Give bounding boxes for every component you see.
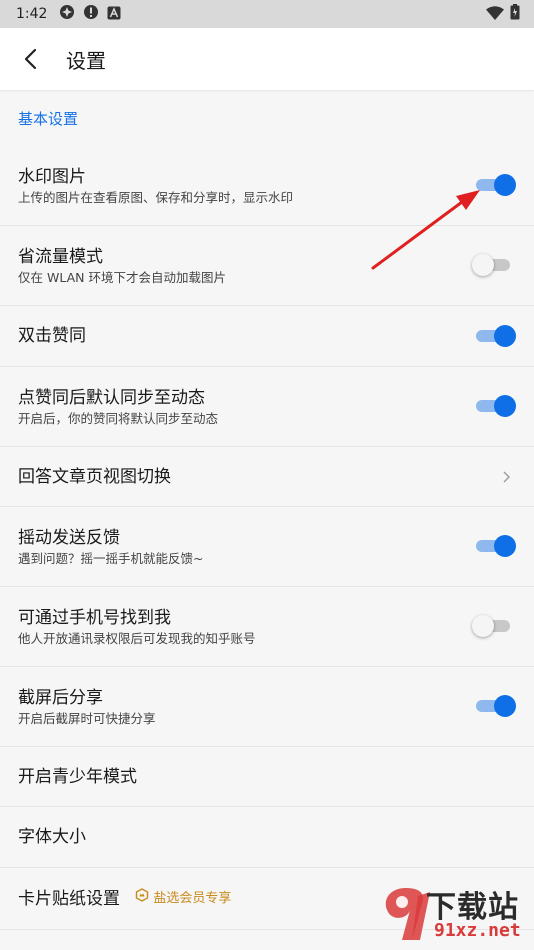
watermark-url: 91xz.net [434,920,521,941]
site-watermark-logo: 下载站 91xz.net [378,882,528,946]
annotation-arrow-icon [371,190,480,270]
